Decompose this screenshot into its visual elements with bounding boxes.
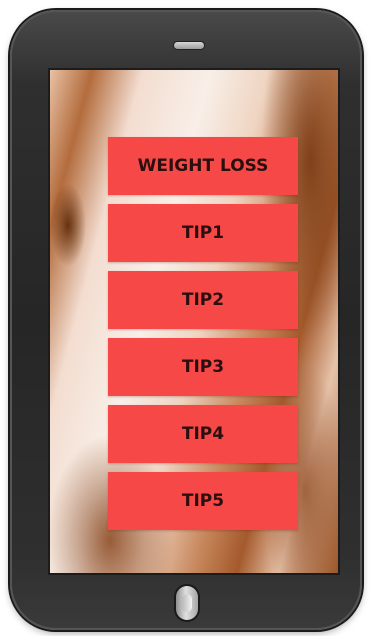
tip1-button-label: TIP1 <box>181 223 225 243</box>
tip5-button-label: TIP5 <box>181 491 225 511</box>
tip4-button[interactable]: TIP4 <box>108 405 298 463</box>
speaker-grille-icon <box>174 42 204 49</box>
tip4-button-label: TIP4 <box>181 424 225 444</box>
weight-loss-button-label: WEIGHT LOSS <box>137 156 269 176</box>
phone-device-frame: WEIGHT LOSS TIP1 TIP2 TIP3 TIP4 TIP5 <box>10 10 362 630</box>
home-button-inner <box>182 594 192 612</box>
tip1-button[interactable]: TIP1 <box>108 204 298 262</box>
weight-loss-button[interactable]: WEIGHT LOSS <box>108 137 298 195</box>
tip2-button-label: TIP2 <box>181 290 225 310</box>
tip5-button[interactable]: TIP5 <box>108 472 298 530</box>
tip3-button-label: TIP3 <box>181 357 225 377</box>
tip2-button[interactable]: TIP2 <box>108 271 298 329</box>
app-screen: WEIGHT LOSS TIP1 TIP2 TIP3 TIP4 TIP5 <box>50 70 338 573</box>
home-button-icon[interactable] <box>176 586 198 620</box>
tip3-button[interactable]: TIP3 <box>108 338 298 396</box>
